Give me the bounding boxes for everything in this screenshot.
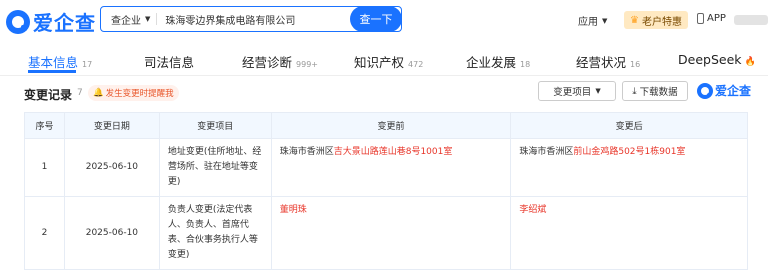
phone-icon [697, 13, 704, 24]
app-download-link[interactable]: APP [697, 13, 726, 24]
tab-label: 司法信息 [144, 55, 195, 70]
tab-deepseek[interactable]: DeepSeek 🔥 [678, 52, 756, 67]
tab-judicial-info[interactable]: 司法信息 [144, 52, 194, 71]
change-records-table: 序号 变更日期 变更项目 变更前 变更后 1 2025-06-10 地址变更(住… [24, 112, 748, 270]
cell-no: 2 [24, 196, 65, 270]
download-icon: ⤓ [632, 85, 637, 97]
cell-before: 珠海市香洲区吉大景山路莲山巷8号1001室 [270, 138, 512, 197]
after-highlight-text[interactable]: 李绍斌 [519, 205, 546, 215]
before-highlight-text[interactable]: 董明珠 [280, 205, 307, 215]
header-no: 序号 [24, 112, 65, 139]
tab-business-diagnosis[interactable]: 经营诊断 999+ [242, 52, 318, 71]
tab-count: 999+ [296, 60, 318, 69]
after-highlight-text: 前山金鸡路502号1栋901室 [573, 147, 686, 157]
tab-label: 知识产权 [354, 55, 405, 70]
watermark-logo: 爱企查 [697, 82, 751, 99]
section-title: 变更记录 [24, 88, 73, 102]
table-row: 1 2025-06-10 地址变更(住所地址、经营场所、驻在地址等变更) 珠海市… [24, 138, 748, 197]
search-button[interactable]: 查一下 [350, 6, 402, 32]
header-before: 变更前 [270, 112, 512, 139]
tab-basic-info[interactable]: 基本信息 17 [28, 52, 92, 71]
cell-date: 2025-06-10 [63, 196, 160, 270]
search-scope-dropdown[interactable]: 查企业 ▼ [101, 12, 156, 27]
main-tabs: 基本信息 17 司法信息 经营诊断 999+ 知识产权 472 企业发展 18 … [0, 46, 768, 76]
tab-count: 17 [82, 60, 93, 69]
tab-label: 基本信息 [28, 55, 79, 70]
cell-item: 负责人变更(法定代表人、负责人、首席代表、合伙事务执行人等变更) [158, 196, 272, 270]
cell-date: 2025-06-10 [63, 138, 160, 197]
table-row: 2 2025-06-10 负责人变更(法定代表人、负责人、首席代表、合伙事务执行… [24, 196, 748, 270]
user-avatar-blurred[interactable] [734, 15, 768, 25]
tab-label: 经营状况 [576, 55, 627, 70]
tab-operating-status[interactable]: 经营状况 16 [576, 52, 640, 71]
caret-down-icon: ▼ [595, 87, 601, 95]
watermark-text: 爱企查 [715, 84, 752, 98]
change-reminder-button[interactable]: 🔔 发生变更时提醒我 [88, 85, 179, 101]
apps-label: 应用 [578, 17, 598, 28]
caret-down-icon: ▼ [145, 15, 151, 23]
brand-name: 爱企查 [33, 11, 96, 35]
tab-label: 经营诊断 [242, 55, 293, 70]
before-highlight-text: 吉大景山路莲山巷8号1001室 [333, 147, 453, 157]
vip-offer-button[interactable]: ♛ 老户特惠 [624, 11, 688, 29]
vip-label: 老户特惠 [641, 16, 682, 28]
change-item-filter[interactable]: 变更项目 ▼ [538, 81, 616, 101]
fire-icon: 🔥 [744, 57, 756, 67]
logo-icon [6, 9, 30, 34]
download-data-button[interactable]: ⤓ 下载数据 [622, 81, 688, 101]
app-link-label: APP [707, 13, 726, 24]
brand-logo[interactable]: 爱企查 [6, 7, 96, 36]
tab-enterprise-development[interactable]: 企业发展 18 [466, 52, 530, 71]
logo-icon [697, 82, 713, 99]
active-tab-indicator [28, 70, 76, 73]
cell-before: 董明珠 [270, 196, 512, 270]
apps-menu[interactable]: 应用 ▼ [578, 13, 608, 29]
header-date: 变更日期 [63, 112, 160, 139]
top-navigation-bar: 爱企查 查企业 ▼ 珠海零边界集成电路有限公司 ✕ 查一下 应用 ▼ ♛ 老户特… [0, 0, 768, 40]
tab-intellectual-property[interactable]: 知识产权 472 [354, 52, 423, 71]
section-count: 7 [77, 88, 83, 98]
filter-label: 变更项目 [553, 87, 592, 98]
cell-no: 1 [24, 138, 65, 197]
caret-down-icon: ▼ [602, 16, 608, 25]
after-plain-text: 珠海市香洲区 [519, 147, 574, 157]
tab-count: 18 [520, 60, 531, 69]
crown-icon: ♛ [630, 14, 639, 26]
cell-after: 李绍斌 [510, 196, 748, 270]
bell-icon: 🔔 [93, 88, 104, 98]
search-scope-label: 查企业 [111, 15, 141, 27]
reminder-label: 发生变更时提醒我 [105, 89, 174, 99]
before-plain-text: 珠海市香洲区 [279, 147, 334, 157]
tab-label: DeepSeek [678, 52, 742, 67]
cell-after: 珠海市香洲区前山金鸡路502号1栋901室 [510, 138, 748, 197]
download-label: 下载数据 [639, 87, 678, 98]
tab-count: 16 [630, 60, 641, 69]
header-after: 变更后 [510, 112, 748, 139]
tab-count: 472 [408, 60, 424, 69]
cell-item: 地址变更(住所地址、经营场所、驻在地址等变更) [158, 138, 272, 197]
header-item: 变更项目 [158, 112, 272, 139]
table-header-row: 序号 变更日期 变更项目 变更前 变更后 [24, 112, 748, 139]
tab-label: 企业发展 [466, 55, 517, 70]
